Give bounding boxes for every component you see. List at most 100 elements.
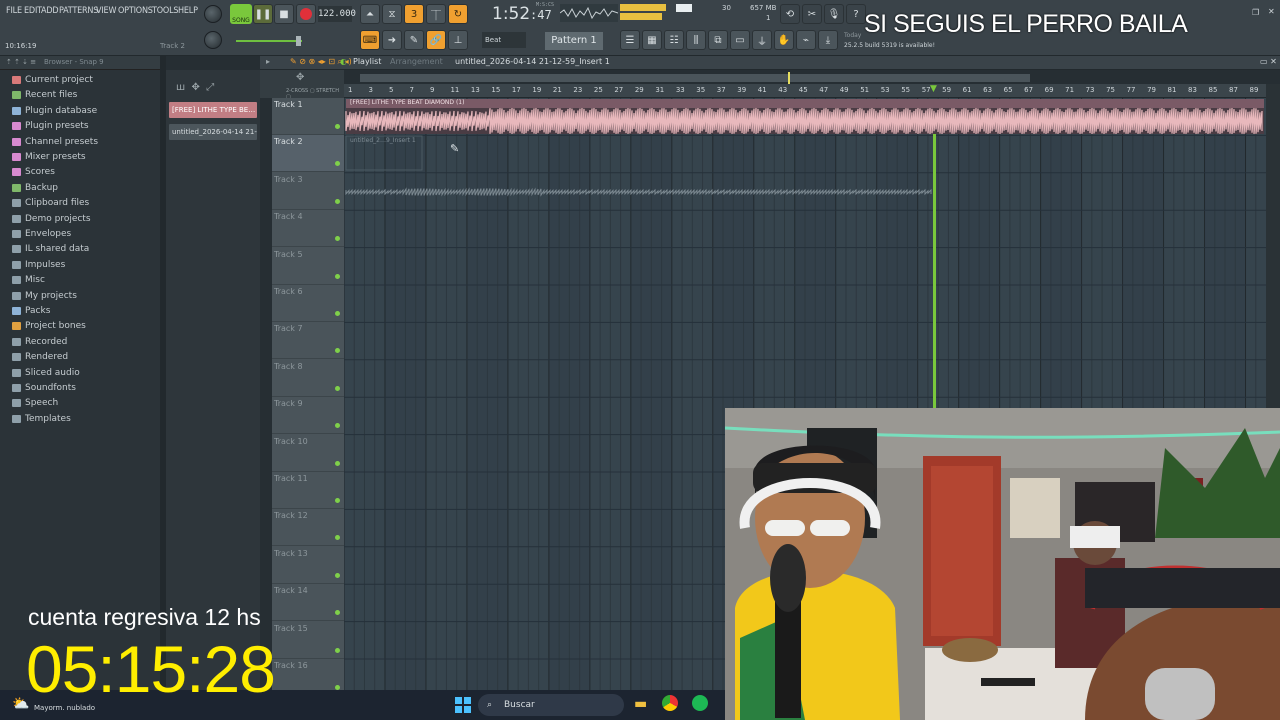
play-button[interactable]: ❚❚ xyxy=(253,4,273,24)
plugin-picker-button[interactable]: ⧉ xyxy=(708,30,728,50)
master-volume-slider-handle[interactable] xyxy=(296,36,301,46)
track-mute-led[interactable] xyxy=(335,498,340,503)
track-mute-led[interactable] xyxy=(335,311,340,316)
menu-view[interactable]: VIEW xyxy=(96,6,116,16)
draw-mode-button[interactable]: ✎ xyxy=(404,30,424,50)
track-mute-led[interactable] xyxy=(335,236,340,242)
track-header[interactable]: Track 7 xyxy=(272,322,344,360)
playlist-play-icon[interactable]: ◐ xyxy=(340,57,347,66)
timeline-ruler[interactable]: 1 3 5 7 9 11 13 15 17 19 21 23 25 27 29 31 33 35 37 39 41 43 4… xyxy=(344,84,1270,98)
playlist-menu-icon[interactable]: ▸ xyxy=(266,57,270,66)
stamp-button[interactable]: ⊥ xyxy=(448,30,468,50)
track-header[interactable]: Track 4 xyxy=(272,210,344,248)
track-header[interactable]: Track 8 xyxy=(272,360,344,397)
browser-nav-icons[interactable]: ⇡ ⇡ ⇣ ≡ xyxy=(6,58,36,66)
channel-rack-button[interactable]: ☷ xyxy=(664,30,684,50)
menu-file[interactable]: FILE xyxy=(6,6,22,16)
track-mute-led[interactable] xyxy=(335,460,340,466)
menu-help[interactable]: HELP xyxy=(178,6,198,16)
track-mute-led[interactable] xyxy=(335,124,340,129)
browser-item[interactable]: Recorded xyxy=(12,335,67,349)
download-button[interactable]: ⤓ xyxy=(818,30,838,50)
track-mute-led[interactable] xyxy=(335,198,340,204)
taskbar-search[interactable]: ⌕ Buscar xyxy=(478,694,624,716)
playlist-window-icons[interactable]: ▭ ✕ xyxy=(1260,57,1277,66)
pattern-select[interactable]: Pattern 1 xyxy=(545,32,603,50)
window-restore-icon[interactable]: ❐ xyxy=(1252,8,1259,17)
touch-controller-button[interactable]: ✋ xyxy=(774,30,794,50)
project-browser-button[interactable]: ▭ xyxy=(730,30,750,50)
browser-item[interactable]: My projects xyxy=(12,289,77,303)
mixer-button[interactable]: ⫼ xyxy=(686,30,706,50)
record-audio-button[interactable]: 🎙 xyxy=(824,4,844,24)
browser-item[interactable]: Sliced audio xyxy=(12,366,80,380)
track-header[interactable]: Track 10 xyxy=(272,435,344,472)
menu-add[interactable]: ADD xyxy=(41,6,59,16)
menu-patterns[interactable]: PATTERNS xyxy=(59,6,98,16)
track-header[interactable]: Track 6 xyxy=(272,285,344,322)
browser-item[interactable]: Templates xyxy=(12,412,71,426)
snap-select[interactable]: Beat xyxy=(482,32,526,48)
browser-item[interactable]: Demo projects xyxy=(12,212,91,226)
picker-tools-icon[interactable]: ш ✥ ⤢ xyxy=(176,82,214,93)
track-header[interactable]: Track 3 xyxy=(272,173,344,210)
browser-item[interactable]: Backup xyxy=(12,181,58,195)
browser-item[interactable]: Project bones xyxy=(12,319,86,333)
stop-button[interactable]: ■ xyxy=(274,4,294,24)
countdown-button[interactable]: 3 xyxy=(404,4,424,24)
track-header[interactable]: Track 2 xyxy=(272,135,344,173)
track-mute-led[interactable] xyxy=(335,610,340,616)
browser-item[interactable]: Rendered xyxy=(12,350,68,364)
loop-record-button[interactable]: ↻ xyxy=(448,4,468,24)
browser-item[interactable]: Plugin database xyxy=(12,104,97,118)
browser-item[interactable]: IL shared data xyxy=(12,242,89,256)
playlist-hscroll[interactable] xyxy=(360,74,1030,82)
spotify-icon[interactable] xyxy=(692,695,708,711)
metronome-button[interactable]: ⏶ xyxy=(360,4,380,24)
time-display[interactable]: 1:52 :47 M:S:CS xyxy=(478,2,554,26)
browser-item[interactable]: Envelopes xyxy=(12,227,71,241)
browser-item[interactable]: Mixer presets xyxy=(12,150,86,164)
undo-history-button[interactable]: ⟲ xyxy=(780,4,800,24)
typing-keyboard-button[interactable]: ⌨ xyxy=(360,30,380,50)
windows-start-icon[interactable] xyxy=(455,697,471,713)
menu-options[interactable]: OPTIONS xyxy=(118,6,153,16)
track-header[interactable]: Track 15 xyxy=(272,622,344,659)
track-mute-led[interactable] xyxy=(335,423,340,429)
link-button[interactable]: 🔗 xyxy=(426,30,446,50)
browser-item[interactable]: Plugin presets xyxy=(12,119,89,133)
edison-button[interactable]: ⌁ xyxy=(796,30,816,50)
browser-item[interactable]: Current project xyxy=(12,73,93,87)
track-mute-led[interactable] xyxy=(335,385,340,391)
master-pitch-knob[interactable] xyxy=(204,31,222,49)
track-header[interactable]: Track 13 xyxy=(272,547,344,584)
track-mute-led[interactable] xyxy=(335,572,340,578)
track-header[interactable]: Track 12 xyxy=(272,509,344,547)
window-close-icon[interactable]: ✕ xyxy=(1268,7,1275,16)
track-mute-led[interactable] xyxy=(335,647,340,653)
track-header[interactable]: Track 11 xyxy=(272,472,344,509)
playhead-marker-icon[interactable]: ▼ xyxy=(930,84,937,94)
piano-roll-button[interactable]: ▦ xyxy=(642,30,662,50)
track-header[interactable]: Track 1 xyxy=(272,98,344,135)
playhead[interactable] xyxy=(933,134,936,408)
wait-input-button[interactable]: ⧖ xyxy=(382,4,402,24)
track-header[interactable]: Track 9 xyxy=(272,397,344,435)
playlist-button[interactable]: ☰ xyxy=(620,30,640,50)
file-explorer-icon[interactable]: ▬ xyxy=(634,696,647,712)
song-mode-toggle[interactable]: SONG xyxy=(230,4,252,24)
plugin-manager-button[interactable]: ⏚ xyxy=(752,30,772,50)
browser-item[interactable]: Recent files xyxy=(12,88,77,102)
song-position-marker[interactable] xyxy=(788,72,790,84)
news-line-2[interactable]: 25.2.5 build 5319 is available! xyxy=(844,42,935,49)
help-button[interactable]: ? xyxy=(846,4,866,24)
tempo-display[interactable]: 122.000 xyxy=(318,6,356,22)
browser-item[interactable]: Channel presets xyxy=(12,135,98,149)
browser-item[interactable]: Speech xyxy=(12,396,58,410)
menu-tools[interactable]: TOOLS xyxy=(152,6,179,16)
browser-item[interactable]: Impulses xyxy=(12,258,65,272)
browser-item[interactable]: Clipboard files xyxy=(12,196,89,210)
browser-item[interactable]: Soundfonts xyxy=(12,381,76,395)
record-button[interactable] xyxy=(296,4,316,24)
browser-item[interactable]: Scores xyxy=(12,165,55,179)
